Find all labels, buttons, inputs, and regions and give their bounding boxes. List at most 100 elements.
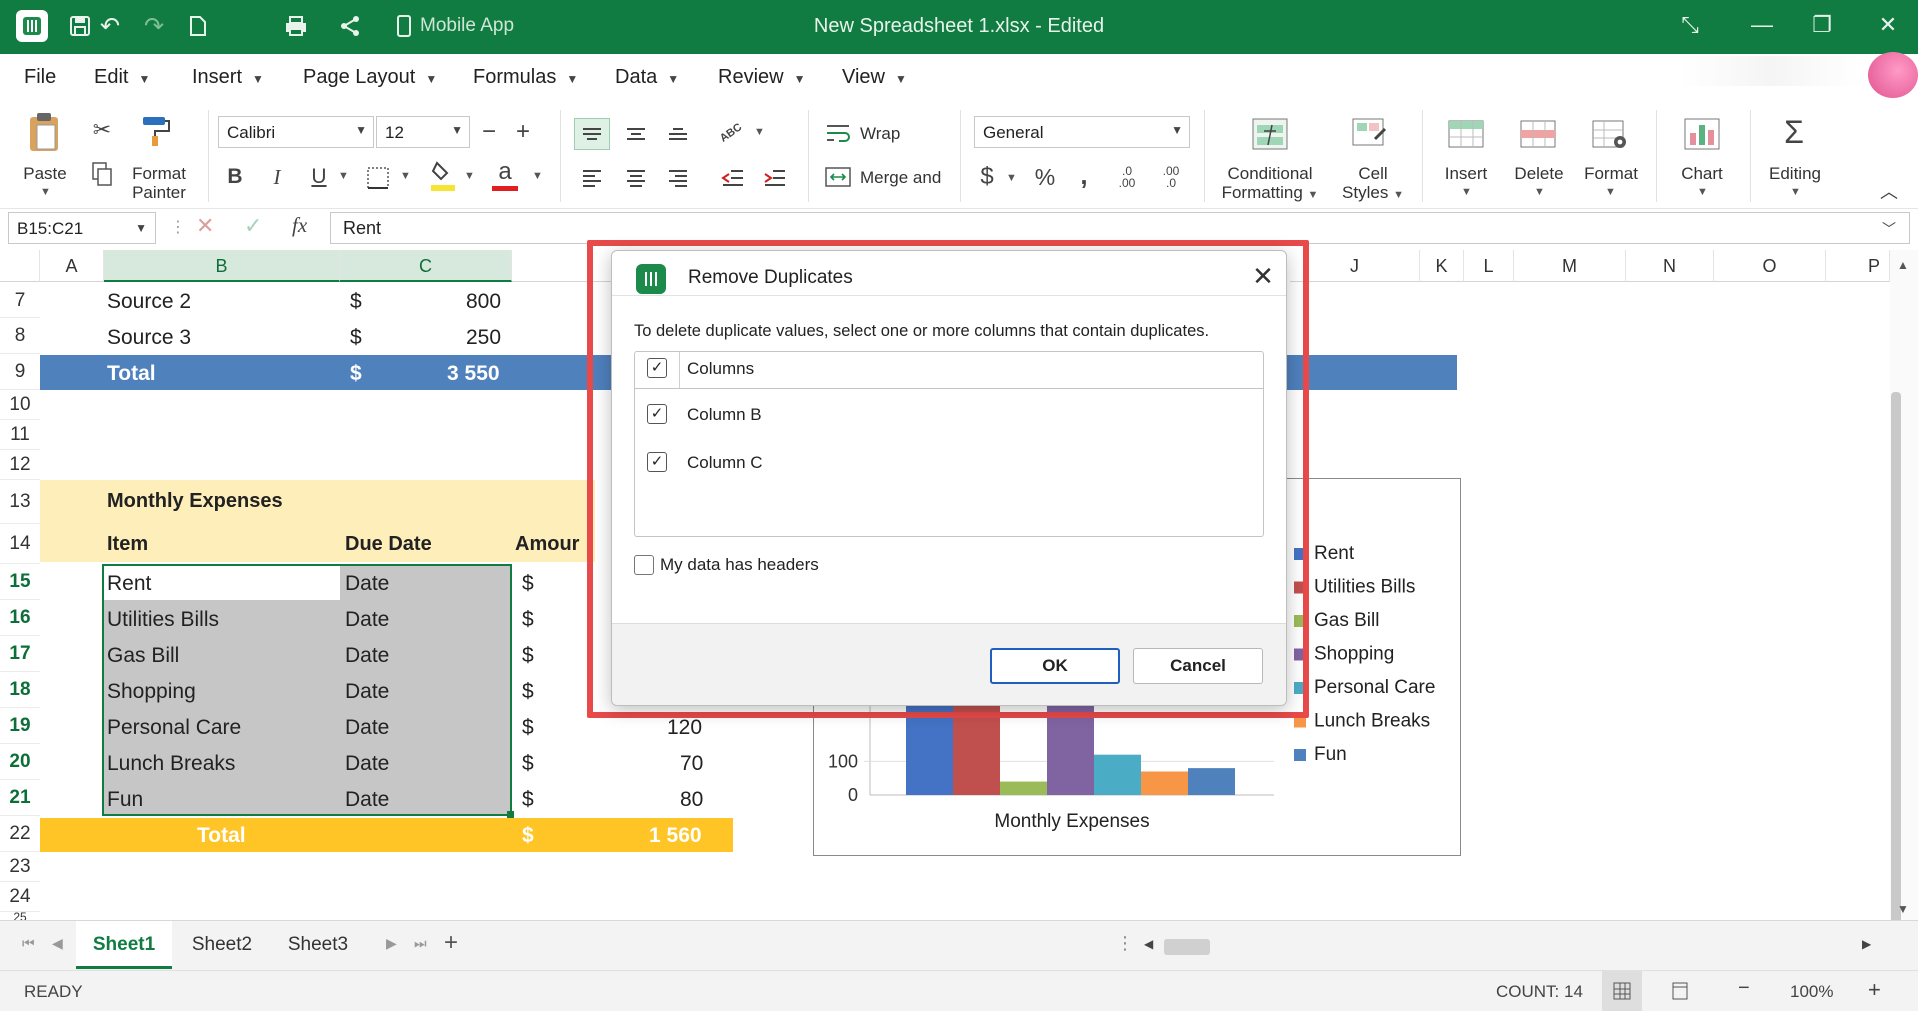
scroll-left-icon[interactable]: ◀ [1144, 937, 1153, 951]
cancel-button[interactable]: Cancel [1133, 648, 1263, 684]
avatar[interactable] [1868, 52, 1918, 98]
cell-dollar[interactable]: $ [522, 716, 534, 740]
row-header[interactable]: 17 [0, 636, 40, 672]
column-header-p[interactable]: P [1826, 250, 1890, 282]
cell-item[interactable]: Rent [107, 572, 151, 596]
column-b-checkbox[interactable]: ✓ [647, 404, 667, 424]
save-icon[interactable] [66, 12, 94, 40]
row-header[interactable]: 9 [0, 354, 40, 390]
zoom-out-icon[interactable]: − [1738, 977, 1750, 1000]
align-top-icon[interactable] [574, 118, 610, 150]
undo-icon[interactable]: ↶ [96, 12, 124, 40]
name-box[interactable]: B15:C21 ▼ [8, 212, 156, 244]
collapse-ribbon-icon[interactable]: ︿ [1880, 178, 1898, 204]
font-name-select[interactable]: Calibri ▼ [218, 116, 374, 148]
cell-total-label[interactable]: Total [107, 362, 156, 386]
menu-view[interactable]: View ▼ [842, 66, 907, 89]
column-header-m[interactable]: M [1514, 250, 1626, 282]
borders-icon[interactable] [364, 164, 392, 192]
headers-checkbox[interactable] [634, 555, 654, 575]
cell-dollar[interactable]: $ [350, 290, 362, 314]
cell-dollar[interactable]: $ [350, 362, 362, 386]
chart-icon[interactable] [1682, 116, 1722, 152]
fill-handle[interactable] [507, 811, 514, 818]
cell-item[interactable]: Utilities Bills [107, 608, 219, 632]
cell-date[interactable]: Date [345, 644, 389, 668]
decrease-font-icon[interactable]: − [474, 116, 504, 148]
cell-item[interactable]: Personal Care [107, 716, 241, 740]
row-header[interactable]: 15 [0, 564, 40, 600]
copy-icon[interactable] [88, 160, 116, 188]
menu-file[interactable]: File [24, 66, 56, 89]
wrap-label[interactable]: Wrap [860, 124, 900, 143]
cell-item[interactable]: Shopping [107, 680, 196, 704]
cell-item-header[interactable]: Item [107, 533, 148, 556]
print-icon[interactable] [282, 12, 310, 40]
comma-style-icon[interactable]: , [1072, 158, 1096, 192]
italic-icon[interactable]: I [264, 162, 290, 192]
align-left-icon[interactable] [574, 162, 610, 194]
cell-total-value[interactable]: 3 550 [447, 362, 500, 386]
cell-dollar[interactable]: $ [522, 644, 534, 668]
row-header[interactable]: 7 [0, 284, 40, 318]
select-all-checkbox[interactable]: ✓ [647, 358, 667, 378]
increase-indent-icon[interactable] [758, 162, 792, 194]
column-c-checkbox[interactable]: ✓ [647, 452, 667, 472]
mobile-icon[interactable] [390, 12, 418, 40]
cell-dollar[interactable]: $ [522, 824, 534, 848]
align-center-icon[interactable] [618, 162, 654, 194]
close-window-icon[interactable]: ✕ [1868, 12, 1908, 38]
chevron-down-icon[interactable]: ▼ [40, 186, 51, 198]
currency-icon[interactable]: $ [974, 160, 1000, 194]
menu-data[interactable]: Data ▼ [615, 66, 679, 89]
text-orientation-icon[interactable]: ABC [707, 109, 754, 156]
chart-label[interactable]: Chart [1676, 164, 1728, 183]
chevron-down-icon[interactable]: ▼ [464, 170, 475, 182]
align-right-icon[interactable] [660, 162, 696, 194]
column-header-k[interactable]: K [1420, 250, 1464, 282]
row-header[interactable]: 19 [0, 708, 40, 744]
cell-amount[interactable]: 120 [667, 716, 702, 740]
fullscreen-icon[interactable]: ⤡ [1670, 12, 1710, 38]
increase-decimal-icon[interactable]: .0 .00 [1110, 162, 1144, 192]
column-header-l[interactable]: L [1464, 250, 1514, 282]
cancel-formula-icon[interactable]: ✕ [196, 213, 214, 239]
next-sheet-icon[interactable]: ▶ [386, 935, 397, 952]
row-header[interactable]: 25 [0, 912, 40, 920]
column-header-a[interactable]: A [40, 250, 104, 282]
mobile-app-label[interactable]: Mobile App [420, 15, 514, 37]
cell-value[interactable]: 800 [466, 290, 501, 314]
tab-sheet3[interactable]: Sheet3 [270, 921, 366, 969]
cell-dollar[interactable]: $ [522, 608, 534, 632]
align-middle-icon[interactable] [618, 118, 654, 150]
cell-amount[interactable]: 70 [680, 752, 703, 776]
cell-date[interactable]: Date [345, 788, 389, 812]
row-header[interactable]: 12 [0, 450, 40, 480]
cell-dollar[interactable]: $ [522, 752, 534, 776]
horizontal-scroll-thumb[interactable] [1164, 939, 1210, 955]
column-b-label[interactable]: Column B [687, 405, 762, 425]
paste-icon[interactable] [24, 110, 64, 154]
new-document-icon[interactable] [184, 12, 212, 40]
menu-insert[interactable]: Insert ▼ [192, 66, 264, 89]
insert-label[interactable]: Insert [1440, 164, 1492, 183]
column-header-o[interactable]: O [1714, 250, 1826, 282]
prev-sheet-icon[interactable]: ◀ [52, 935, 63, 952]
row-header[interactable]: 14 [0, 524, 40, 564]
fill-color-icon[interactable] [428, 158, 458, 194]
delete-cells-icon[interactable] [1518, 116, 1558, 152]
align-bottom-icon[interactable] [660, 118, 696, 150]
cell-value[interactable]: 250 [466, 326, 501, 350]
bold-icon[interactable]: B [222, 162, 248, 192]
vertical-scrollbar[interactable]: ▲ ▼ [1890, 250, 1918, 952]
scroll-down-icon[interactable]: ▼ [1897, 902, 1909, 916]
cell-due-date-header[interactable]: Due Date [345, 533, 432, 556]
format-cells-icon[interactable] [1590, 116, 1630, 152]
autosum-icon[interactable]: Σ [1774, 112, 1814, 152]
chevron-down-icon[interactable]: ▼ [1534, 186, 1545, 198]
cell-source-2[interactable]: Source 2 [107, 290, 191, 314]
chevron-down-icon[interactable]: ▼ [400, 170, 411, 182]
cell-styles-icon[interactable] [1350, 116, 1390, 152]
row-header[interactable]: 8 [0, 318, 40, 354]
cell-amount-header[interactable]: Amour [515, 533, 579, 556]
